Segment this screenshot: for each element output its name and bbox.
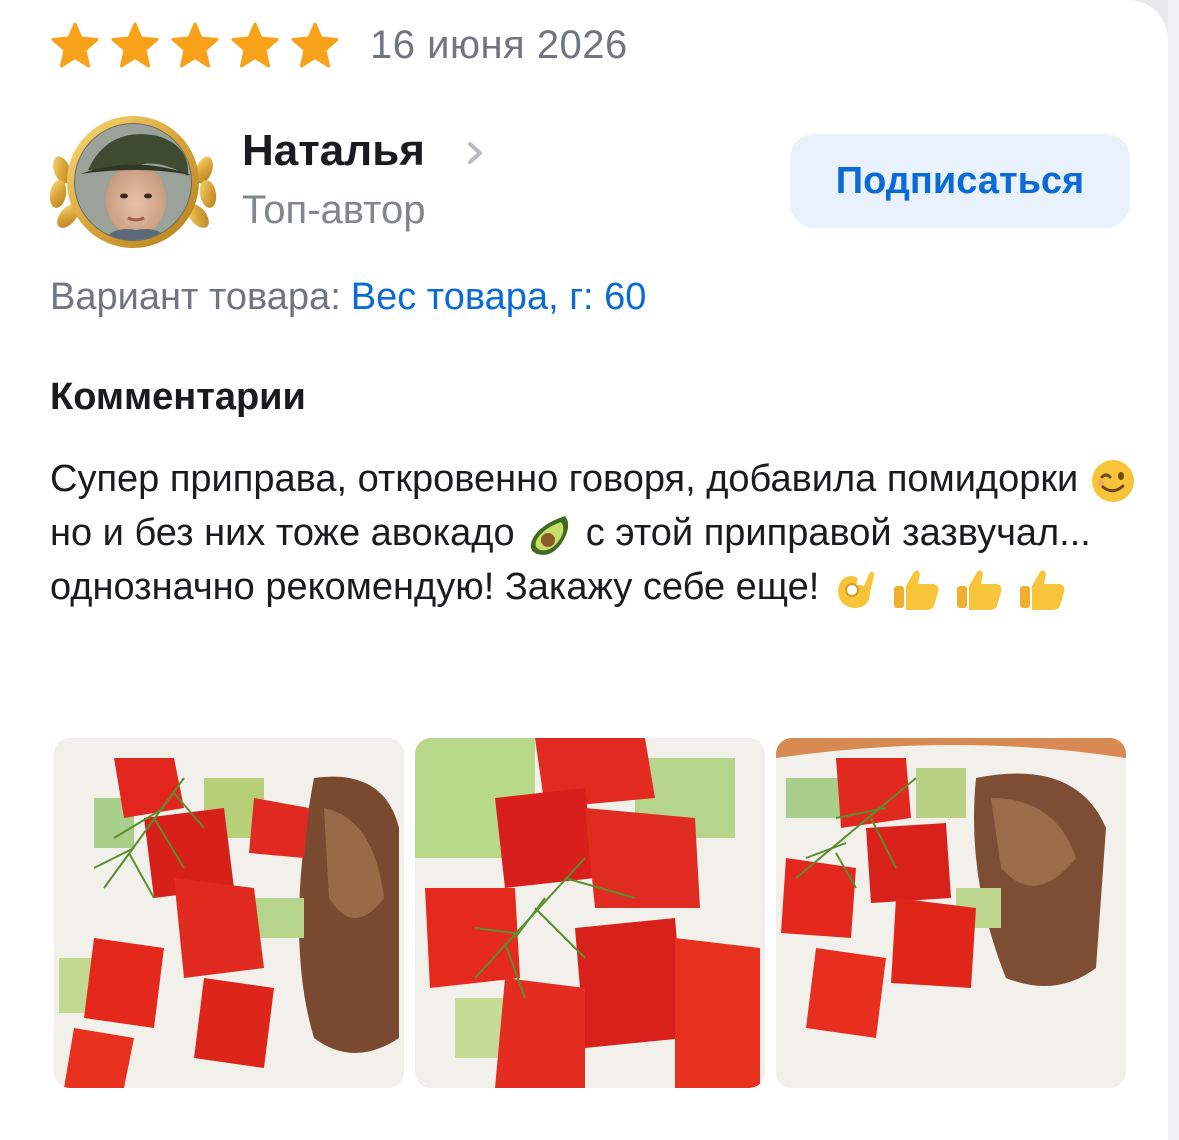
- scroll-edge: [1168, 0, 1179, 1140]
- variant-label: Вариант товара:: [50, 276, 341, 318]
- star-icon: [51, 22, 99, 68]
- review-card: 16 июня 2026 Наталья Топ-автор Подписать…: [0, 0, 1168, 1140]
- author-status: Топ-автор: [242, 188, 426, 232]
- review-photo[interactable]: [54, 738, 404, 1088]
- star-icon: [171, 22, 219, 68]
- review-photo[interactable]: [776, 738, 1126, 1088]
- chevron-right-icon[interactable]: [464, 140, 486, 166]
- thumbs-up-emoji-icon: [894, 570, 939, 610]
- thumbs-up-emoji-icon: [1019, 570, 1065, 610]
- thumbs-up-emoji-icon: [957, 570, 1002, 610]
- winking-face-emoji-icon: [1091, 459, 1134, 502]
- ok-hand-emoji-icon: [837, 571, 874, 608]
- comment-part-1: Супер приправа, откровенно говоря, добав…: [50, 458, 1079, 500]
- comments-heading: Комментарии: [50, 376, 306, 418]
- salad-photo-image: [776, 738, 1126, 1088]
- subscribe-button[interactable]: Подписаться: [790, 134, 1130, 228]
- variant-value-link[interactable]: Вес товара, г: 60: [351, 276, 647, 318]
- salad-photo-image: [54, 738, 404, 1088]
- avatar[interactable]: [48, 112, 218, 252]
- product-variant: Вариант товара: Вес товара, г: 60: [50, 276, 646, 319]
- comment-text: Супер приправа, откровенно говоря, добав…: [50, 452, 1140, 614]
- star-icon: [291, 22, 339, 68]
- star-icon: [111, 22, 159, 68]
- author-name[interactable]: Наталья: [242, 126, 425, 176]
- review-photo[interactable]: [415, 738, 765, 1088]
- avocado-emoji-icon: [530, 515, 569, 555]
- comment-part-2: но и без них тоже авокадо: [50, 512, 515, 554]
- star-icon: [231, 22, 279, 68]
- star-rating: [50, 22, 350, 68]
- review-date: 16 июня 2026: [370, 22, 628, 67]
- rating-row: 16 июня 2026: [50, 22, 628, 68]
- salad-photo-image: [415, 738, 765, 1088]
